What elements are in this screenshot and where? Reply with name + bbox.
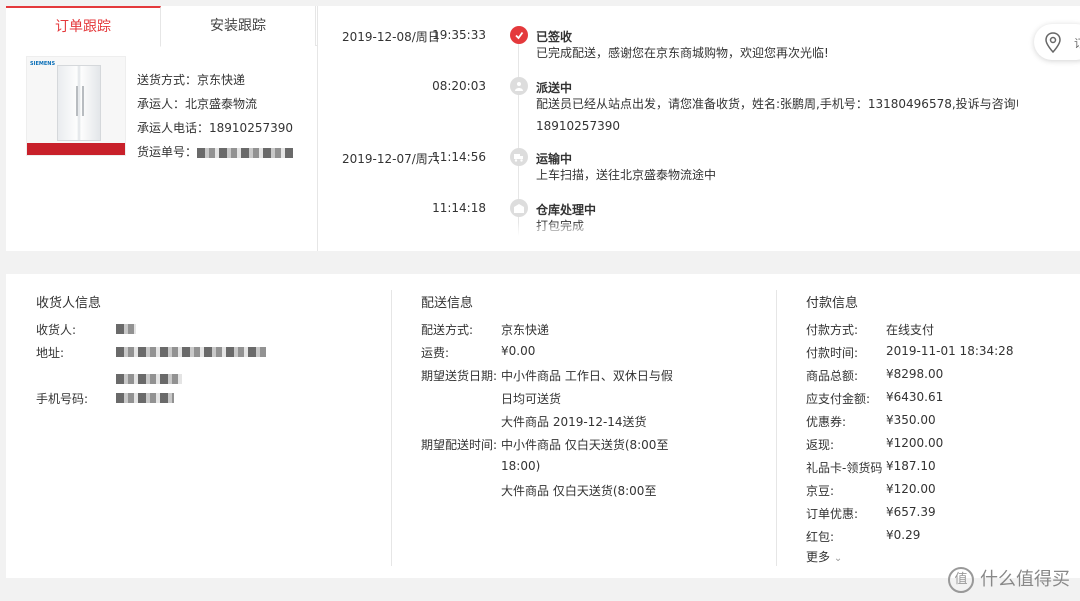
payment-value: ¥6430.61: [886, 390, 944, 404]
timeline-dot: [510, 77, 528, 95]
tracking-label: 货运单号：: [137, 145, 198, 159]
payment-label: 返现:: [806, 438, 835, 452]
product-summary: 订单跟踪 安装跟踪 SIEMENS 送货方式：京东快递 承运人：北京盛泰物流 承…: [6, 6, 317, 251]
chevron-down-icon: ⌄: [833, 553, 843, 564]
payment-label: 付款方式:: [806, 323, 859, 337]
address-label: 地址:: [36, 346, 65, 360]
tracking-timeline: 2019-12-08/周日 19:35:33 已签收 已完成配送，感谢您在京东商城购物…: [318, 6, 1018, 236]
product-image[interactable]: SIEMENS: [26, 56, 126, 156]
map-button[interactable]: 订: [1034, 24, 1080, 60]
payment-label: 礼品卡-领货码: [806, 461, 883, 475]
delivery-label: 期望送货日期:: [421, 369, 498, 383]
timeline-time: 08:20:03: [432, 79, 486, 93]
map-pin-icon: [1045, 32, 1061, 54]
promo-strip: [27, 143, 125, 155]
carrier-phone-value: 18910257390: [209, 121, 293, 135]
delivery-value: 18:00): [501, 459, 541, 473]
fridge-illustration: [57, 65, 101, 141]
delivery-value: 日均可送货: [501, 392, 562, 406]
watermark-text: 什么值得买: [980, 569, 1070, 590]
column-divider: [391, 290, 392, 566]
delivery-label: 期望配送时间:: [421, 438, 498, 452]
map-button-label: 订: [1074, 37, 1080, 50]
order-info-panel: 收货人信息 收货人: 地址: 手机号码: 配送信息 配送方式: 京东快递运费: ¥0…: [6, 274, 1080, 578]
check-icon: [515, 31, 524, 40]
payment-value: 2019-11-01 18:34:28: [886, 344, 1014, 358]
tab-install-tracking[interactable]: 安装跟踪: [161, 6, 316, 46]
payment-value: ¥8298.00: [886, 367, 944, 381]
watermark-logo-icon: 值: [948, 567, 974, 593]
column-divider: [776, 290, 777, 566]
payment-value: 在线支付: [886, 323, 935, 337]
timeline-date: 2019-12-08/周日: [342, 30, 440, 44]
tab-order-tracking[interactable]: 订单跟踪: [6, 6, 161, 47]
phone-label: 手机号码:: [36, 392, 89, 406]
payment-title: 付款信息: [806, 296, 859, 311]
payment-value: ¥1200.00: [886, 436, 944, 450]
timeline-dot: [510, 199, 528, 217]
carrier-phone-label: 承运人电话：: [137, 121, 210, 135]
payment-value: ¥187.10: [886, 459, 936, 473]
timeline-description: 上车扫描，送往北京盛泰物流途中: [536, 168, 717, 182]
delivery-value: 中小件商品 仅白天送货(8:00至: [501, 438, 669, 452]
receiver-title: 收货人信息: [36, 296, 102, 311]
tab-bar: 订单跟踪 安装跟踪: [6, 6, 317, 47]
delivery-value: 中小件商品 工作日、双休日与假: [501, 369, 673, 383]
timeline-description: 已完成配送，感谢您在京东商城购物，欢迎您再次光临!: [536, 46, 829, 60]
payment-label: 京豆:: [806, 484, 835, 498]
carrier-phone: 承运人电话：18910257390: [137, 116, 293, 140]
warehouse-icon: [514, 204, 524, 213]
delivery-label: 运费:: [421, 346, 450, 360]
payment-label: 订单优惠:: [806, 507, 859, 521]
timeline-time: 11:14:18: [432, 201, 486, 215]
payment-value: ¥350.00: [886, 413, 936, 427]
address-redacted: [116, 347, 266, 357]
receiver-info: 收货人信息 收货人: 地址: 手机号码:: [36, 274, 386, 578]
shipping-method: 送货方式：京东快递: [137, 73, 246, 87]
delivery-value: ¥0.00: [501, 344, 536, 358]
timeline-description: 配送员已经从站点出发，请您准备收货，姓名:张鹏周,手机号：13180496578…: [536, 97, 1018, 111]
timeline-date: 2019-12-07/周六: [342, 152, 440, 166]
payment-label: 商品总额:: [806, 369, 859, 383]
address-redacted-2: [116, 374, 182, 384]
receiver-name-redacted: [116, 324, 136, 334]
timeline-dot: [510, 26, 528, 44]
more-label: 更多: [806, 550, 831, 564]
timeline-dot: [510, 148, 528, 166]
payment-label: 付款时间:: [806, 346, 859, 360]
payment-label: 优惠券:: [806, 415, 847, 429]
tracking-number: 货运单号：: [137, 140, 294, 164]
delivery-value: 大件商品 仅白天送货(8:00至: [501, 484, 657, 498]
delivery-info: 配送信息 配送方式: 京东快递运费: ¥0.00 期望送货日期: 中小件商品 工作日、双…: [421, 274, 771, 578]
delivery-title: 配送信息: [421, 296, 474, 311]
phone-redacted: [116, 393, 174, 403]
delivery-label: 配送方式:: [421, 323, 474, 337]
more-link[interactable]: 更多 ⌄: [806, 548, 842, 565]
brand-logo: SIEMENS: [30, 61, 56, 67]
receiver-name-label: 收货人:: [36, 323, 77, 337]
payment-value: ¥120.00: [886, 482, 936, 496]
timeline-time: 11:14:56: [432, 150, 486, 164]
truck-icon: [514, 154, 523, 162]
payment-value: ¥0.29: [886, 528, 921, 542]
payment-label: 红包:: [806, 530, 835, 544]
tracking-redacted: [197, 147, 294, 158]
watermark: 值什么值得买: [948, 565, 1070, 593]
courier-icon: [515, 82, 523, 91]
delivery-value: 大件商品 2019-12-14送货: [501, 415, 647, 429]
order-tracking-panel: 订单跟踪 安装跟踪 SIEMENS 送货方式：京东快递 承运人：北京盛泰物流 承…: [6, 6, 1080, 251]
payment-info: 付款信息 付款方式: 在线支付付款时间: 2019-11-01 18:34:28 商品…: [806, 274, 1076, 578]
carrier-name: 承运人：北京盛泰物流: [137, 97, 258, 111]
timeline-time: 19:35:33: [432, 28, 486, 42]
payment-value: ¥657.39: [886, 505, 936, 519]
timeline-description: 18910257390: [536, 119, 620, 133]
delivery-value: 京东快递: [501, 323, 550, 337]
payment-label: 应支付金额:: [806, 392, 871, 406]
